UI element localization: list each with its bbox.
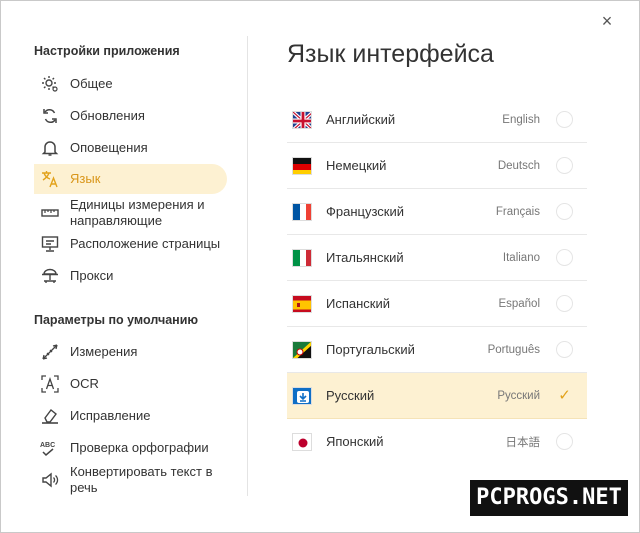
language-name: Французский [326, 204, 404, 219]
sidebar-item-label: Оповещения [70, 140, 148, 155]
measure-icon [40, 342, 60, 362]
sidebar-item-label: Конвертировать текст в речь [70, 464, 213, 495]
sidebar-item-label: Обновления [70, 108, 145, 123]
proxy-icon [40, 266, 60, 286]
sidebar-item-spellcheck[interactable]: ABC Проверка орфографии [34, 437, 227, 459]
language-name: Японский [326, 434, 384, 449]
page-layout-icon [40, 234, 60, 254]
bell-icon [40, 138, 60, 158]
sidebar-item-measurements[interactable]: Измерения [34, 341, 227, 363]
language-list: Английский English Немецкий Deutsch Фран… [287, 97, 587, 464]
app-settings-title: Настройки приложения [34, 44, 180, 58]
language-name: Немецкий [326, 158, 387, 173]
sidebar-item-label: Единицы измерения и направляющие [70, 197, 205, 228]
sidebar-item-label: Прокси [70, 268, 114, 283]
close-icon[interactable]: × [596, 10, 618, 32]
language-name: Английский [326, 112, 396, 127]
language-row-german[interactable]: Немецкий Deutsch [287, 143, 587, 189]
sidebar-item-label: OCR [70, 376, 99, 391]
language-row-spanish[interactable]: Испанский Español [287, 281, 587, 327]
language-row-english[interactable]: Английский English [287, 97, 587, 143]
sidebar-item-page-layout[interactable]: Расположение страницы [34, 233, 227, 255]
speaker-icon [40, 470, 60, 490]
japan-flag-icon [292, 432, 312, 451]
sidebar-item-ocr[interactable]: OCR [34, 373, 227, 395]
language-native-name: English [502, 113, 540, 126]
language-native-name: Deutsch [497, 159, 540, 172]
language-native-name: Italiano [502, 251, 540, 264]
language-radio[interactable] [556, 433, 573, 450]
defaults-title: Параметры по умолчанию [34, 313, 199, 327]
language-row-portuguese[interactable]: Португальский Português [287, 327, 587, 373]
uk-flag-icon [292, 110, 312, 129]
sidebar-item-label: Расположение страницы [70, 236, 221, 251]
language-native-name: Español [498, 297, 540, 310]
france-flag-icon [292, 202, 312, 221]
page-title: Язык интерфейса [287, 40, 494, 68]
sidebar-item-correction[interactable]: Исправление [34, 405, 227, 427]
language-radio[interactable] [556, 295, 573, 312]
sidebar-item-label: Язык [70, 171, 101, 186]
language-row-japanese[interactable]: Японский 日本語 [287, 419, 587, 464]
sidebar-item-label: Измерения [70, 344, 138, 359]
checkmark-icon[interactable]: ✓ [556, 387, 573, 404]
language-icon [40, 169, 60, 189]
russian-flag-icon [292, 386, 312, 405]
sidebar-item-label: Общее [70, 76, 113, 91]
language-radio[interactable] [556, 111, 573, 128]
language-row-french[interactable]: Французский Français [287, 189, 587, 235]
language-native-name: Русский [497, 389, 540, 402]
sidebar-item-general[interactable]: Общее [34, 73, 227, 95]
language-radio[interactable] [556, 203, 573, 220]
language-radio[interactable] [556, 249, 573, 266]
sidebar-item-updates[interactable]: Обновления [34, 105, 227, 127]
sidebar-item-proxy[interactable]: Прокси [34, 265, 227, 287]
language-name: Итальянский [326, 250, 404, 265]
sidebar-item-units[interactable]: Единицы измерения и направляющие [34, 196, 227, 230]
spain-flag-icon [292, 294, 312, 313]
language-row-italian[interactable]: Итальянский Italiano [287, 235, 587, 281]
germany-flag-icon [292, 156, 312, 175]
svg-text:ABC: ABC [40, 442, 55, 449]
italy-flag-icon [292, 248, 312, 267]
sidebar-item-label: Проверка орфографии [70, 440, 209, 455]
language-native-name: Português [487, 343, 540, 356]
sidebar-item-label: Исправление [70, 408, 151, 423]
sidebar-item-notifications[interactable]: Оповещения [34, 137, 227, 159]
language-radio[interactable] [556, 341, 573, 358]
refresh-icon [40, 106, 60, 126]
ruler-icon [40, 203, 60, 223]
language-radio[interactable] [556, 157, 573, 174]
language-native-name: 日本語 [505, 436, 541, 449]
watermark: PCPROGS.NET [470, 480, 628, 516]
ocr-icon [40, 374, 60, 394]
sidebar-item-language[interactable]: Язык [34, 164, 227, 194]
language-row-russian[interactable]: Русский Русский ✓ [287, 373, 587, 419]
panel-divider [247, 36, 248, 496]
language-name: Испанский [326, 296, 391, 311]
language-native-name: Français [495, 205, 540, 218]
portugal-flag-icon [292, 340, 312, 359]
gear-icon [40, 74, 60, 94]
spellcheck-icon: ABC [40, 438, 60, 458]
language-name: Русский [326, 388, 375, 403]
sidebar-item-text-to-speech[interactable]: Конвертировать текст в речь [34, 463, 227, 497]
eraser-icon [40, 406, 60, 426]
language-name: Португальский [326, 342, 415, 357]
